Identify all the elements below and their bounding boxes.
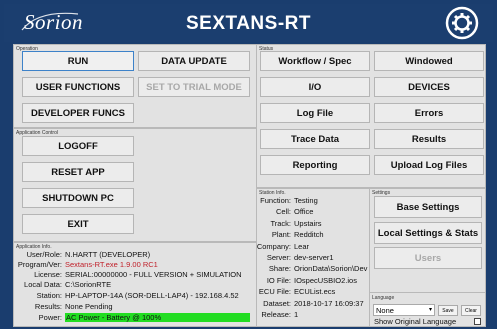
title-bar: Sorion SEXTANS-RT bbox=[4, 4, 493, 42]
set-to-trial-mode-button: SET TO TRIAL MODE bbox=[138, 77, 250, 97]
power-status-value: AC Power - Battery @ 100% bbox=[65, 313, 250, 322]
station-info-key: Release: bbox=[261, 310, 291, 319]
language-save-button[interactable]: Save bbox=[438, 305, 458, 316]
station-info-key: Function: bbox=[260, 196, 291, 205]
station-info-key: Plant: bbox=[271, 230, 291, 240]
reset-app-button[interactable]: RESET APP bbox=[22, 162, 134, 182]
station-info-value: Office bbox=[294, 207, 314, 217]
devices-button[interactable]: DEVICES bbox=[374, 77, 484, 97]
log-file-button[interactable]: Log File bbox=[260, 103, 370, 123]
station-info-value: OrionData\Sorion\Dev bbox=[294, 264, 368, 274]
station-info-key: Track: bbox=[270, 218, 291, 228]
errors-button[interactable]: Errors bbox=[374, 103, 484, 123]
local-settings-stats-button[interactable]: Local Settings & Stats bbox=[374, 222, 482, 244]
station-info-value: Upstairs bbox=[294, 218, 322, 228]
station-info-value: IOspecUSBIO2.ios bbox=[294, 275, 357, 285]
info-key: Power: bbox=[38, 313, 62, 322]
trace-data-button[interactable]: Trace Data bbox=[260, 129, 370, 149]
exit-button[interactable]: EXIT bbox=[22, 214, 134, 234]
info-key: Local Data: bbox=[24, 280, 62, 289]
station-info-panel: Station Info. Function: Testing Cell: Offic… bbox=[256, 188, 370, 327]
application-info-panel: Application Info. User/Role: N.HARTT (DE… bbox=[13, 242, 258, 327]
language-label: Language bbox=[372, 295, 395, 301]
info-key: Program/Ver: bbox=[17, 260, 62, 269]
language-panel: Language None ▾ Save Clear Show Original… bbox=[369, 292, 486, 327]
windowed-button[interactable]: Windowed bbox=[374, 51, 484, 71]
info-value: Sextans-RT.exe 1.9.00 RC1 bbox=[65, 260, 158, 269]
info-value: HP-LAPTOP-14A (SOR-DELL-LAP4) - 192.168.… bbox=[65, 291, 239, 300]
station-info-key: Server: bbox=[266, 253, 291, 262]
info-value: C:\SorionRTE bbox=[65, 280, 112, 289]
station-info-value: Lear bbox=[294, 241, 310, 251]
info-value: None Pending bbox=[65, 302, 113, 311]
shutdown-pc-button[interactable]: SHUTDOWN PC bbox=[22, 188, 134, 208]
chevron-down-icon: ▾ bbox=[428, 307, 432, 313]
app-title: SEXTANS-RT bbox=[186, 13, 311, 34]
station-info-value: Redditch bbox=[294, 230, 324, 240]
gear-refresh-icon[interactable] bbox=[444, 5, 480, 41]
info-value: N.HARTT (DEVELOPER) bbox=[65, 250, 151, 259]
info-key: Station: bbox=[36, 291, 62, 300]
operation-panel: Operation RUN DATA UPDATE USER FUNCTIONS… bbox=[13, 44, 258, 128]
data-update-button[interactable]: DATA UPDATE bbox=[138, 51, 250, 71]
user-functions-button[interactable]: USER FUNCTIONS bbox=[22, 77, 134, 97]
show-original-language-label: Show Original Language bbox=[374, 317, 457, 326]
status-panel: Status Workflow / Spec Windowed I/O DEVI… bbox=[256, 44, 486, 188]
station-info-value: dev-server1 bbox=[294, 253, 334, 262]
station-info-key: ECU File: bbox=[258, 287, 291, 297]
logoff-button[interactable]: LOGOFF bbox=[22, 136, 134, 156]
application-control-panel: Application Control LOGOFF RESET APP SHU… bbox=[13, 128, 258, 242]
station-info-key: Cell: bbox=[275, 207, 291, 217]
workflow-spec-button[interactable]: Workflow / Spec bbox=[260, 51, 370, 71]
station-info-value: ECUList.ecs bbox=[294, 287, 336, 297]
run-button[interactable]: RUN bbox=[22, 51, 134, 71]
reporting-button[interactable]: Reporting bbox=[260, 155, 370, 175]
base-settings-button[interactable]: Base Settings bbox=[374, 196, 482, 218]
developer-funcs-button[interactable]: DEVELOPER FUNCS bbox=[22, 103, 134, 123]
info-value: SERIAL:00000000 - FULL VERSION + SIMULAT… bbox=[65, 270, 242, 279]
info-key: Results: bbox=[34, 302, 62, 311]
info-key: User/Role: bbox=[26, 250, 62, 259]
language-select[interactable]: None ▾ bbox=[373, 304, 435, 316]
language-select-value: None bbox=[376, 306, 394, 315]
upload-log-files-button[interactable]: Upload Log Files bbox=[374, 155, 484, 175]
settings-panel: Settings Base Settings Local Settings & … bbox=[369, 188, 486, 293]
info-key: License: bbox=[34, 270, 62, 279]
io-button[interactable]: I/O bbox=[260, 77, 370, 97]
station-info-value: 2018-10-17 16:09:37 bbox=[294, 298, 364, 308]
station-info-key: Company: bbox=[256, 241, 291, 251]
station-info-key: Share: bbox=[268, 264, 291, 274]
station-info-value: 1 bbox=[294, 310, 299, 319]
show-original-language-checkbox[interactable] bbox=[474, 318, 481, 325]
station-info-value: Testing bbox=[294, 196, 318, 205]
users-button: Users bbox=[374, 247, 482, 269]
station-info-key: Dataset: bbox=[263, 298, 291, 308]
language-clear-button[interactable]: Clear bbox=[461, 305, 481, 316]
station-info-key: IO File: bbox=[266, 275, 291, 285]
results-button[interactable]: Results bbox=[374, 129, 484, 149]
